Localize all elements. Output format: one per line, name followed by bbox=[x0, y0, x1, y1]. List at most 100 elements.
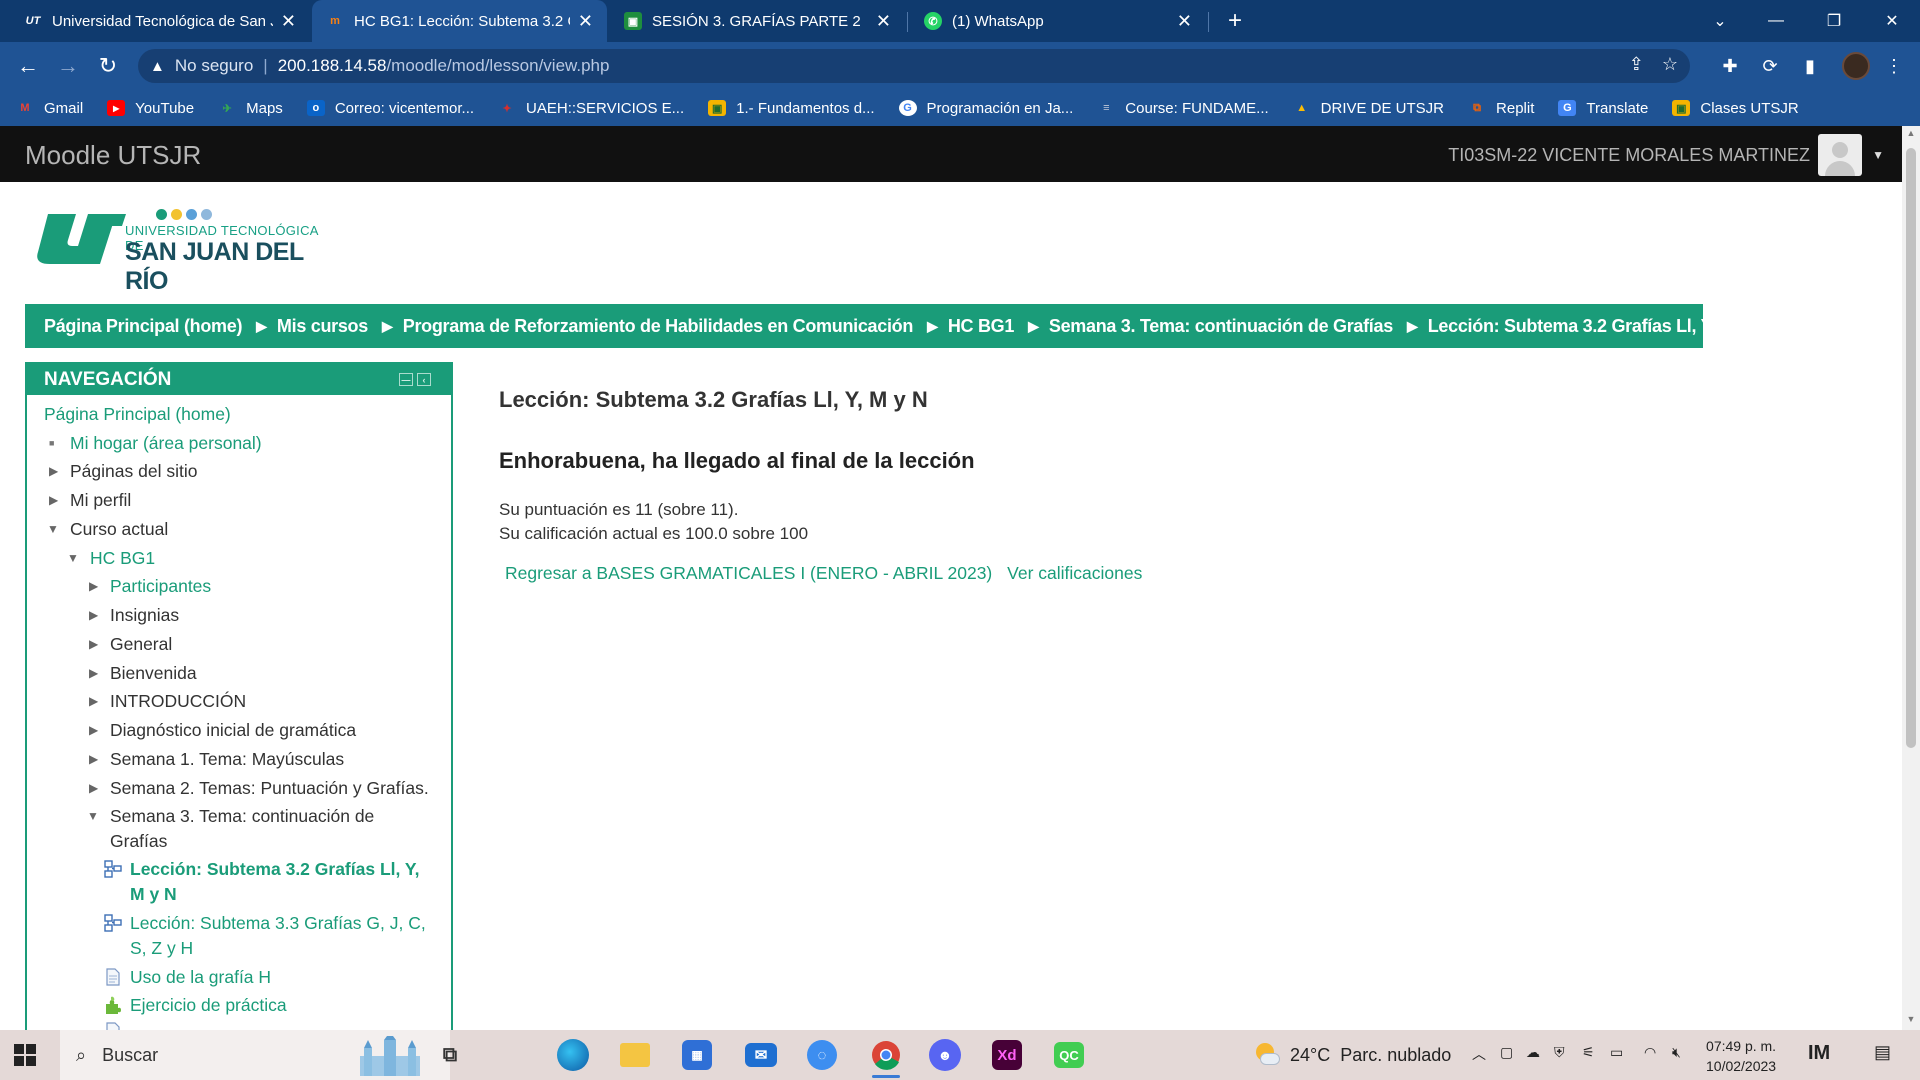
expand-arrow-icon[interactable]: ▶ bbox=[89, 718, 98, 743]
discord-icon[interactable]: ☻ bbox=[929, 1039, 961, 1071]
collapse-arrow-icon[interactable]: ▼ bbox=[47, 517, 59, 542]
sync-icon[interactable]: ⟳ bbox=[1758, 54, 1782, 78]
chrome-icon[interactable] bbox=[868, 1038, 904, 1078]
wifi-icon[interactable]: ◠ bbox=[1644, 1044, 1656, 1061]
reload-button[interactable]: ↻ bbox=[94, 52, 122, 80]
adobe-xd-icon[interactable]: Xd bbox=[992, 1040, 1022, 1070]
side-panel-icon[interactable]: ▮ bbox=[1798, 54, 1822, 78]
nav-lesson-3-3-cont[interactable]: S, Z y H bbox=[130, 936, 193, 961]
new-tab-button[interactable]: + bbox=[1220, 6, 1250, 36]
profile-avatar[interactable] bbox=[1842, 52, 1870, 80]
bookmark-programacion[interactable]: G Programación en Ja... bbox=[898, 100, 1073, 117]
nav-badges[interactable]: ▶ Insignias bbox=[89, 603, 179, 628]
breadcrumb-lesson[interactable]: Lección: Subtema 3.2 Grafías Ll, Y, M y … bbox=[1428, 316, 1767, 337]
windows-start-icon[interactable] bbox=[14, 1044, 36, 1066]
nav-section-week2[interactable]: ▶ Semana 2. Temas: Puntuación y Grafías. bbox=[89, 776, 429, 801]
restore-button[interactable]: ❐ bbox=[1806, 0, 1862, 42]
breadcrumb-home[interactable]: Página Principal (home) bbox=[44, 316, 242, 337]
bookmark-clases[interactable]: ▣ Clases UTSJR bbox=[1672, 100, 1799, 117]
page-scrollbar[interactable]: ▲ ▼ bbox=[1902, 126, 1920, 1030]
close-tab-icon[interactable]: ✕ bbox=[1177, 11, 1192, 32]
nav-section-general[interactable]: ▶ General bbox=[89, 632, 172, 657]
bookmark-translate[interactable]: G Translate bbox=[1558, 100, 1648, 117]
qt-creator-icon[interactable]: QC bbox=[1054, 1042, 1084, 1068]
onedrive-icon[interactable]: ☁ bbox=[1526, 1044, 1540, 1061]
nav-course-hc-bg1[interactable]: ▼ HC BG1 bbox=[67, 546, 155, 571]
bookmark-drive[interactable]: ▲ DRIVE DE UTSJR bbox=[1293, 100, 1444, 117]
collapse-arrow-icon[interactable]: ▼ bbox=[87, 804, 99, 829]
user-avatar[interactable] bbox=[1818, 134, 1862, 176]
site-name[interactable]: Moodle UTSJR bbox=[25, 140, 201, 171]
view-grades-link[interactable]: Ver calificaciones bbox=[1007, 563, 1142, 583]
nav-section-intro[interactable]: ▶ INTRODUCCIÓN bbox=[89, 689, 246, 714]
bookmark-maps[interactable]: ✈ Maps bbox=[218, 100, 283, 117]
menu-kebab-icon[interactable]: ⋮ bbox=[1882, 54, 1906, 78]
expand-arrow-icon[interactable]: ▶ bbox=[89, 661, 98, 686]
back-button[interactable]: ← bbox=[14, 52, 42, 80]
bookmark-uaeh[interactable]: ✦ UAEH::SERVICIOS E... bbox=[498, 100, 684, 117]
bookmark-outlook[interactable]: o Correo: vicentemor... bbox=[306, 100, 474, 117]
breadcrumb-program[interactable]: Programa de Reforzamiento de Habilidades… bbox=[403, 316, 914, 337]
mail-icon[interactable]: ✉ bbox=[745, 1043, 777, 1067]
store-icon[interactable]: ▦ bbox=[682, 1040, 712, 1070]
expand-arrow-icon[interactable]: ▶ bbox=[49, 488, 58, 513]
nav-participants[interactable]: ▶ Participantes bbox=[89, 574, 211, 599]
nav-current-course[interactable]: ▼ Curso actual bbox=[47, 517, 168, 542]
tab-classroom[interactable]: ▣ SESIÓN 3. GRAFÍAS PARTE 2 ✕ bbox=[610, 0, 905, 42]
security-icon[interactable]: ⛨ bbox=[1554, 1044, 1565, 1061]
scroll-up-icon[interactable]: ▲ bbox=[1902, 128, 1920, 144]
nav-section-week1[interactable]: ▶ Semana 1. Tema: Mayúsculas bbox=[89, 747, 344, 772]
university-logo[interactable]: UNIVERSIDAD TECNOLÓGICA DE SAN JUAN DEL … bbox=[30, 201, 340, 295]
breadcrumb-my-courses[interactable]: Mis cursos bbox=[277, 316, 368, 337]
messenger-icon[interactable]: ◌ bbox=[807, 1040, 837, 1070]
nav-site-pages[interactable]: ▶ Páginas del sitio bbox=[49, 459, 197, 484]
notifications-icon[interactable]: ▤ bbox=[1874, 1042, 1891, 1063]
nav-my-home[interactable]: ■ Mi hogar (área personal) bbox=[49, 431, 262, 456]
tab-whatsapp[interactable]: ✆ (1) WhatsApp ✕ bbox=[910, 0, 1206, 42]
webcam-icon[interactable]: ▢ bbox=[1500, 1044, 1513, 1061]
tab-utsjr[interactable]: UT Universidad Tecnológica de San J ✕ bbox=[10, 0, 310, 42]
nav-section-diagnostic[interactable]: ▶ Diagnóstico inicial de gramática bbox=[89, 718, 356, 743]
close-tab-icon[interactable]: ✕ bbox=[876, 11, 891, 32]
address-bar[interactable]: ▲ No seguro | 200.188.14.58/moodle/mod/l… bbox=[138, 49, 1690, 83]
edge-icon[interactable] bbox=[557, 1039, 589, 1071]
nav-lesson-3-3[interactable]: Lección: Subtema 3.3 Grafías G, J, C, bbox=[104, 911, 426, 936]
nav-section-welcome[interactable]: ▶ Bienvenida bbox=[89, 661, 197, 686]
task-view-icon[interactable]: ⧉ bbox=[432, 1038, 468, 1072]
scroll-down-icon[interactable]: ▼ bbox=[1902, 1014, 1920, 1030]
scrollbar-thumb[interactable] bbox=[1906, 148, 1916, 748]
nav-my-profile[interactable]: ▶ Mi perfil bbox=[49, 488, 131, 513]
expand-arrow-icon[interactable]: ▶ bbox=[89, 747, 98, 772]
minimize-button[interactable]: — bbox=[1748, 0, 1804, 42]
dock-block-icon[interactable]: ‹ bbox=[417, 373, 431, 386]
battery-icon[interactable]: ▭ bbox=[1610, 1044, 1623, 1061]
nav-section-week3[interactable]: ▼ Semana 3. Tema: continuación de bbox=[87, 804, 374, 829]
bookmark-course[interactable]: ≡ Course: FUNDAME... bbox=[1097, 100, 1269, 117]
nav-lesson-3-2[interactable]: Lección: Subtema 3.2 Grafías Ll, Y, bbox=[104, 857, 420, 882]
settings-sliders-icon[interactable]: ⚟ bbox=[1582, 1044, 1595, 1061]
tab-moodle-lesson[interactable]: m HC BG1: Lección: Subtema 3.2 Gr ✕ bbox=[312, 0, 607, 42]
file-explorer-icon[interactable] bbox=[620, 1043, 650, 1067]
star-bookmark-icon[interactable]: ☆ bbox=[1662, 54, 1678, 75]
bookmark-youtube[interactable]: ▶ YouTube bbox=[107, 100, 194, 117]
expand-arrow-icon[interactable]: ▶ bbox=[89, 689, 98, 714]
close-tab-icon[interactable]: ✕ bbox=[281, 11, 296, 32]
collapse-arrow-icon[interactable]: ▼ bbox=[67, 546, 79, 571]
expand-arrow-icon[interactable]: ▶ bbox=[89, 574, 98, 599]
bookmark-fundamentos[interactable]: ▣ 1.- Fundamentos d... bbox=[708, 100, 875, 117]
extensions-icon[interactable]: ✚ bbox=[1718, 54, 1742, 78]
collapse-block-icon[interactable]: — bbox=[399, 373, 413, 386]
share-icon[interactable]: ⇪ bbox=[1629, 54, 1644, 75]
expand-arrow-icon[interactable]: ▶ bbox=[89, 632, 98, 657]
nav-lesson-3-2-cont[interactable]: M y N bbox=[130, 882, 177, 907]
close-tab-icon[interactable]: ✕ bbox=[578, 11, 593, 32]
taskbar-search-box[interactable]: ⌕ Buscar bbox=[60, 1030, 450, 1080]
nav-page-usage-h[interactable]: Uso de la grafía H bbox=[106, 965, 271, 990]
expand-arrow-icon[interactable]: ▶ bbox=[49, 459, 58, 484]
forward-button[interactable]: → bbox=[54, 52, 82, 80]
system-clock[interactable]: 07:49 p. m. 10/02/2023 bbox=[1706, 1036, 1776, 1076]
app-logo-icon[interactable]: IM bbox=[1808, 1042, 1830, 1065]
nav-next-item-partial[interactable] bbox=[106, 1022, 146, 1030]
show-hidden-icons-icon[interactable]: ︿ bbox=[1472, 1044, 1486, 1064]
weather-widget[interactable]: 24°C Parc. nublado bbox=[1252, 1030, 1451, 1080]
